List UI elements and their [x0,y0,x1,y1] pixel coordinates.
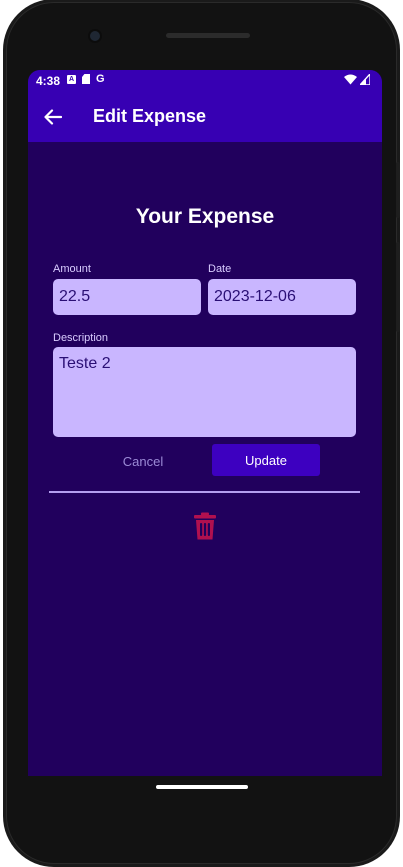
sd-card-icon [82,74,90,84]
description-label: Description [53,332,109,344]
status-time: 4:38 [36,74,61,88]
amount-label: Amount [53,263,91,275]
home-gesture-bar[interactable] [156,785,248,789]
description-field[interactable]: Teste 2 [53,347,356,437]
google-icon: G [96,73,105,85]
signal-icon [360,74,370,85]
power-button [396,162,400,218]
status-bar: 4:38 A G [28,70,382,92]
a-notification-icon: A [67,74,76,84]
arrow-back-icon [44,109,62,125]
delete-button[interactable] [192,510,218,542]
back-button[interactable] [40,104,66,130]
update-button[interactable]: Update [212,444,320,476]
amount-field[interactable] [53,279,201,315]
date-field[interactable] [208,279,356,315]
date-label: Date [208,263,232,275]
trash-icon [194,512,216,540]
page-title: Edit Expense [93,106,207,126]
wifi-icon [344,74,357,85]
app-bar: Edit Expense [28,92,382,142]
divider [49,491,360,493]
earpiece-speaker [166,33,250,38]
status-notification-icons: A G [67,73,105,85]
volume-button [396,242,400,332]
app-screen: 4:38 A G Edit Expense Your Expense Amoun… [28,70,382,776]
status-system-icons [344,74,370,85]
cancel-button[interactable]: Cancel [103,445,183,477]
form-heading: Your Expense [135,205,275,228]
front-camera [90,31,100,41]
